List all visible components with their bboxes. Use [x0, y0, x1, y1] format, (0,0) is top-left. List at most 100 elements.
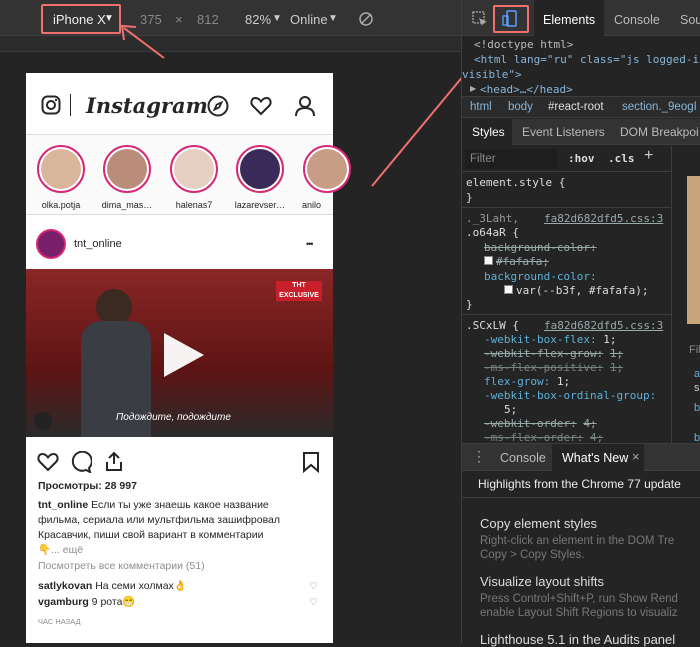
item-title[interactable]: Lighthouse 5.1 in the Audits panel [480, 632, 675, 647]
item-title[interactable]: Copy element styles [480, 516, 597, 531]
dropdown-arrow-icon[interactable]: ▼ [328, 13, 338, 24]
css-selector[interactable]: element.style { [466, 176, 565, 189]
box-model[interactable] [687, 176, 700, 324]
css-declaration[interactable]: var(--b3f, #fafafa); [504, 284, 648, 297]
color-swatch[interactable] [504, 285, 513, 294]
comment-username[interactable]: satlykovan [38, 580, 92, 592]
story-avatar[interactable] [170, 145, 218, 193]
computed-filter[interactable]: Filt [689, 344, 700, 356]
share-icon[interactable] [103, 450, 125, 472]
story-avatar[interactable] [236, 145, 284, 193]
play-icon[interactable] [156, 329, 208, 381]
css-declaration[interactable]: -webkit-box-ordinal-group: [484, 389, 656, 402]
computed-prop[interactable]: s [694, 382, 700, 394]
divider [462, 207, 671, 208]
drawer-tab-whatsnew-label[interactable]: What's New [562, 451, 628, 465]
dom-line[interactable]: <head>…</head> [480, 83, 573, 96]
comment-like-icon[interactable]: ♡ [309, 597, 318, 608]
breadcrumb-item[interactable]: section._9eogI [622, 101, 697, 113]
css-declaration[interactable]: -ms-flex-positive: 1; [484, 361, 623, 374]
story-item[interactable] [37, 145, 85, 193]
close-icon[interactable]: × [632, 449, 640, 464]
more-options-icon[interactable]: ••• [306, 239, 314, 249]
comment-like-icon[interactable]: ♡ [309, 581, 318, 592]
like-icon[interactable] [37, 452, 59, 472]
css-declaration[interactable]: -webkit-order: 4; [484, 417, 597, 430]
whats-new-header: Highlights from the Chrome 77 update [462, 472, 700, 498]
add-rule-icon[interactable]: + [644, 147, 653, 165]
more-link[interactable]: 👇... ещё [38, 544, 83, 556]
breadcrumb-item[interactable]: #react-root [548, 101, 604, 113]
view-all-comments[interactable]: Посмотреть все комментарии (51) [38, 559, 205, 574]
comment-row: vgamburg 9 рота😁 [38, 595, 136, 610]
css-selector[interactable]: .SCxLW { [466, 319, 519, 332]
drawer-menu-icon[interactable]: ⋮ [472, 448, 486, 465]
dom-line[interactable]: visible"> [462, 68, 522, 81]
dropdown-arrow-icon[interactable]: ▼ [272, 13, 282, 24]
instagram-logo[interactable]: Instagram [86, 93, 208, 118]
story-avatar[interactable] [303, 145, 351, 193]
profile-icon[interactable] [294, 95, 316, 117]
tab-event-listeners[interactable]: Event Listeners [522, 125, 605, 139]
heart-icon[interactable] [250, 96, 272, 116]
story-name: halenas7 [175, 200, 213, 210]
post-video[interactable]: THT EXCLUSIVE Подождите, подождите [26, 269, 333, 437]
drawer-tab-console[interactable]: Console [500, 451, 546, 465]
tab-sources[interactable]: Sou [680, 13, 700, 27]
device-select[interactable]: iPhone X [53, 12, 106, 27]
story-name: anilo [302, 200, 322, 210]
css-prop: -ms-flex-positive: [484, 361, 604, 374]
tab-console[interactable]: Console [614, 13, 660, 27]
zoom-select[interactable]: 82% [245, 12, 271, 27]
css-source-link[interactable]: fa82d682dfd5.css:3 [544, 319, 663, 332]
network-select[interactable]: Online [290, 12, 328, 27]
device-toggle-icon[interactable] [502, 10, 518, 28]
story-item[interactable] [236, 145, 284, 193]
css-selector[interactable]: .o64aR { [466, 226, 519, 239]
css-declaration[interactable]: -webkit-flex-grow: 1; [484, 347, 623, 360]
explore-icon[interactable] [207, 95, 229, 117]
computed-prop[interactable]: b [694, 402, 700, 414]
bookmark-icon[interactable] [302, 451, 320, 473]
css-declaration[interactable]: 5; [504, 403, 517, 416]
breadcrumb-item[interactable]: html [470, 101, 492, 113]
inspect-icon[interactable] [472, 11, 488, 27]
user-tag-icon[interactable] [34, 412, 52, 430]
filter-input[interactable]: Filter [465, 149, 557, 169]
comment-username[interactable]: vgamburg [38, 596, 89, 608]
css-value: 1; [609, 361, 624, 374]
css-selector[interactable]: ._3Laht, [466, 212, 519, 225]
dropdown-arrow-icon[interactable]: ▼ [104, 13, 114, 24]
color-swatch[interactable] [484, 256, 493, 265]
cls-toggle[interactable]: .cls [608, 152, 635, 165]
css-declaration[interactable]: -webkit-box-flex: 1; [484, 333, 616, 346]
hov-toggle[interactable]: :hov [568, 152, 595, 165]
story-avatar[interactable] [103, 145, 151, 193]
post-username[interactable]: tnt_online [74, 238, 122, 250]
caption-username[interactable]: tnt_online [38, 499, 88, 511]
story-item[interactable] [303, 145, 351, 193]
item-title[interactable]: Visualize layout shifts [480, 574, 604, 589]
camera-icon[interactable] [41, 95, 61, 115]
breadcrumb-item[interactable]: body [508, 101, 533, 113]
tab-elements-label[interactable]: Elements [543, 13, 595, 27]
story-item[interactable] [103, 145, 151, 193]
css-source-link[interactable]: fa82d682dfd5.css:3 [544, 212, 663, 225]
height-input[interactable]: 812 [197, 12, 219, 27]
dom-line[interactable]: <!doctype html> [474, 38, 573, 51]
css-prop: -webkit-box-ordinal-group: [484, 389, 657, 402]
post-avatar[interactable] [36, 229, 66, 259]
dom-line[interactable]: <html lang="ru" class="js logged-i [474, 53, 699, 66]
css-declaration[interactable]: -ms-flex-order: 4; [484, 431, 603, 443]
css-declaration[interactable]: flex-grow: 1; [484, 375, 570, 388]
css-declaration[interactable]: background-color: [484, 241, 597, 254]
css-declaration[interactable]: #fafafa; [484, 255, 549, 268]
tab-styles-label[interactable]: Styles [472, 125, 505, 139]
tab-dom-breakpoints[interactable]: DOM Breakpoi [620, 125, 699, 139]
comment-icon[interactable] [70, 451, 92, 473]
css-declaration[interactable]: background-color: [484, 270, 597, 283]
expand-arrow-icon[interactable]: ▶ [470, 84, 476, 93]
story-item[interactable] [170, 145, 218, 193]
story-avatar[interactable] [37, 145, 85, 193]
computed-prop[interactable]: a [694, 368, 700, 380]
